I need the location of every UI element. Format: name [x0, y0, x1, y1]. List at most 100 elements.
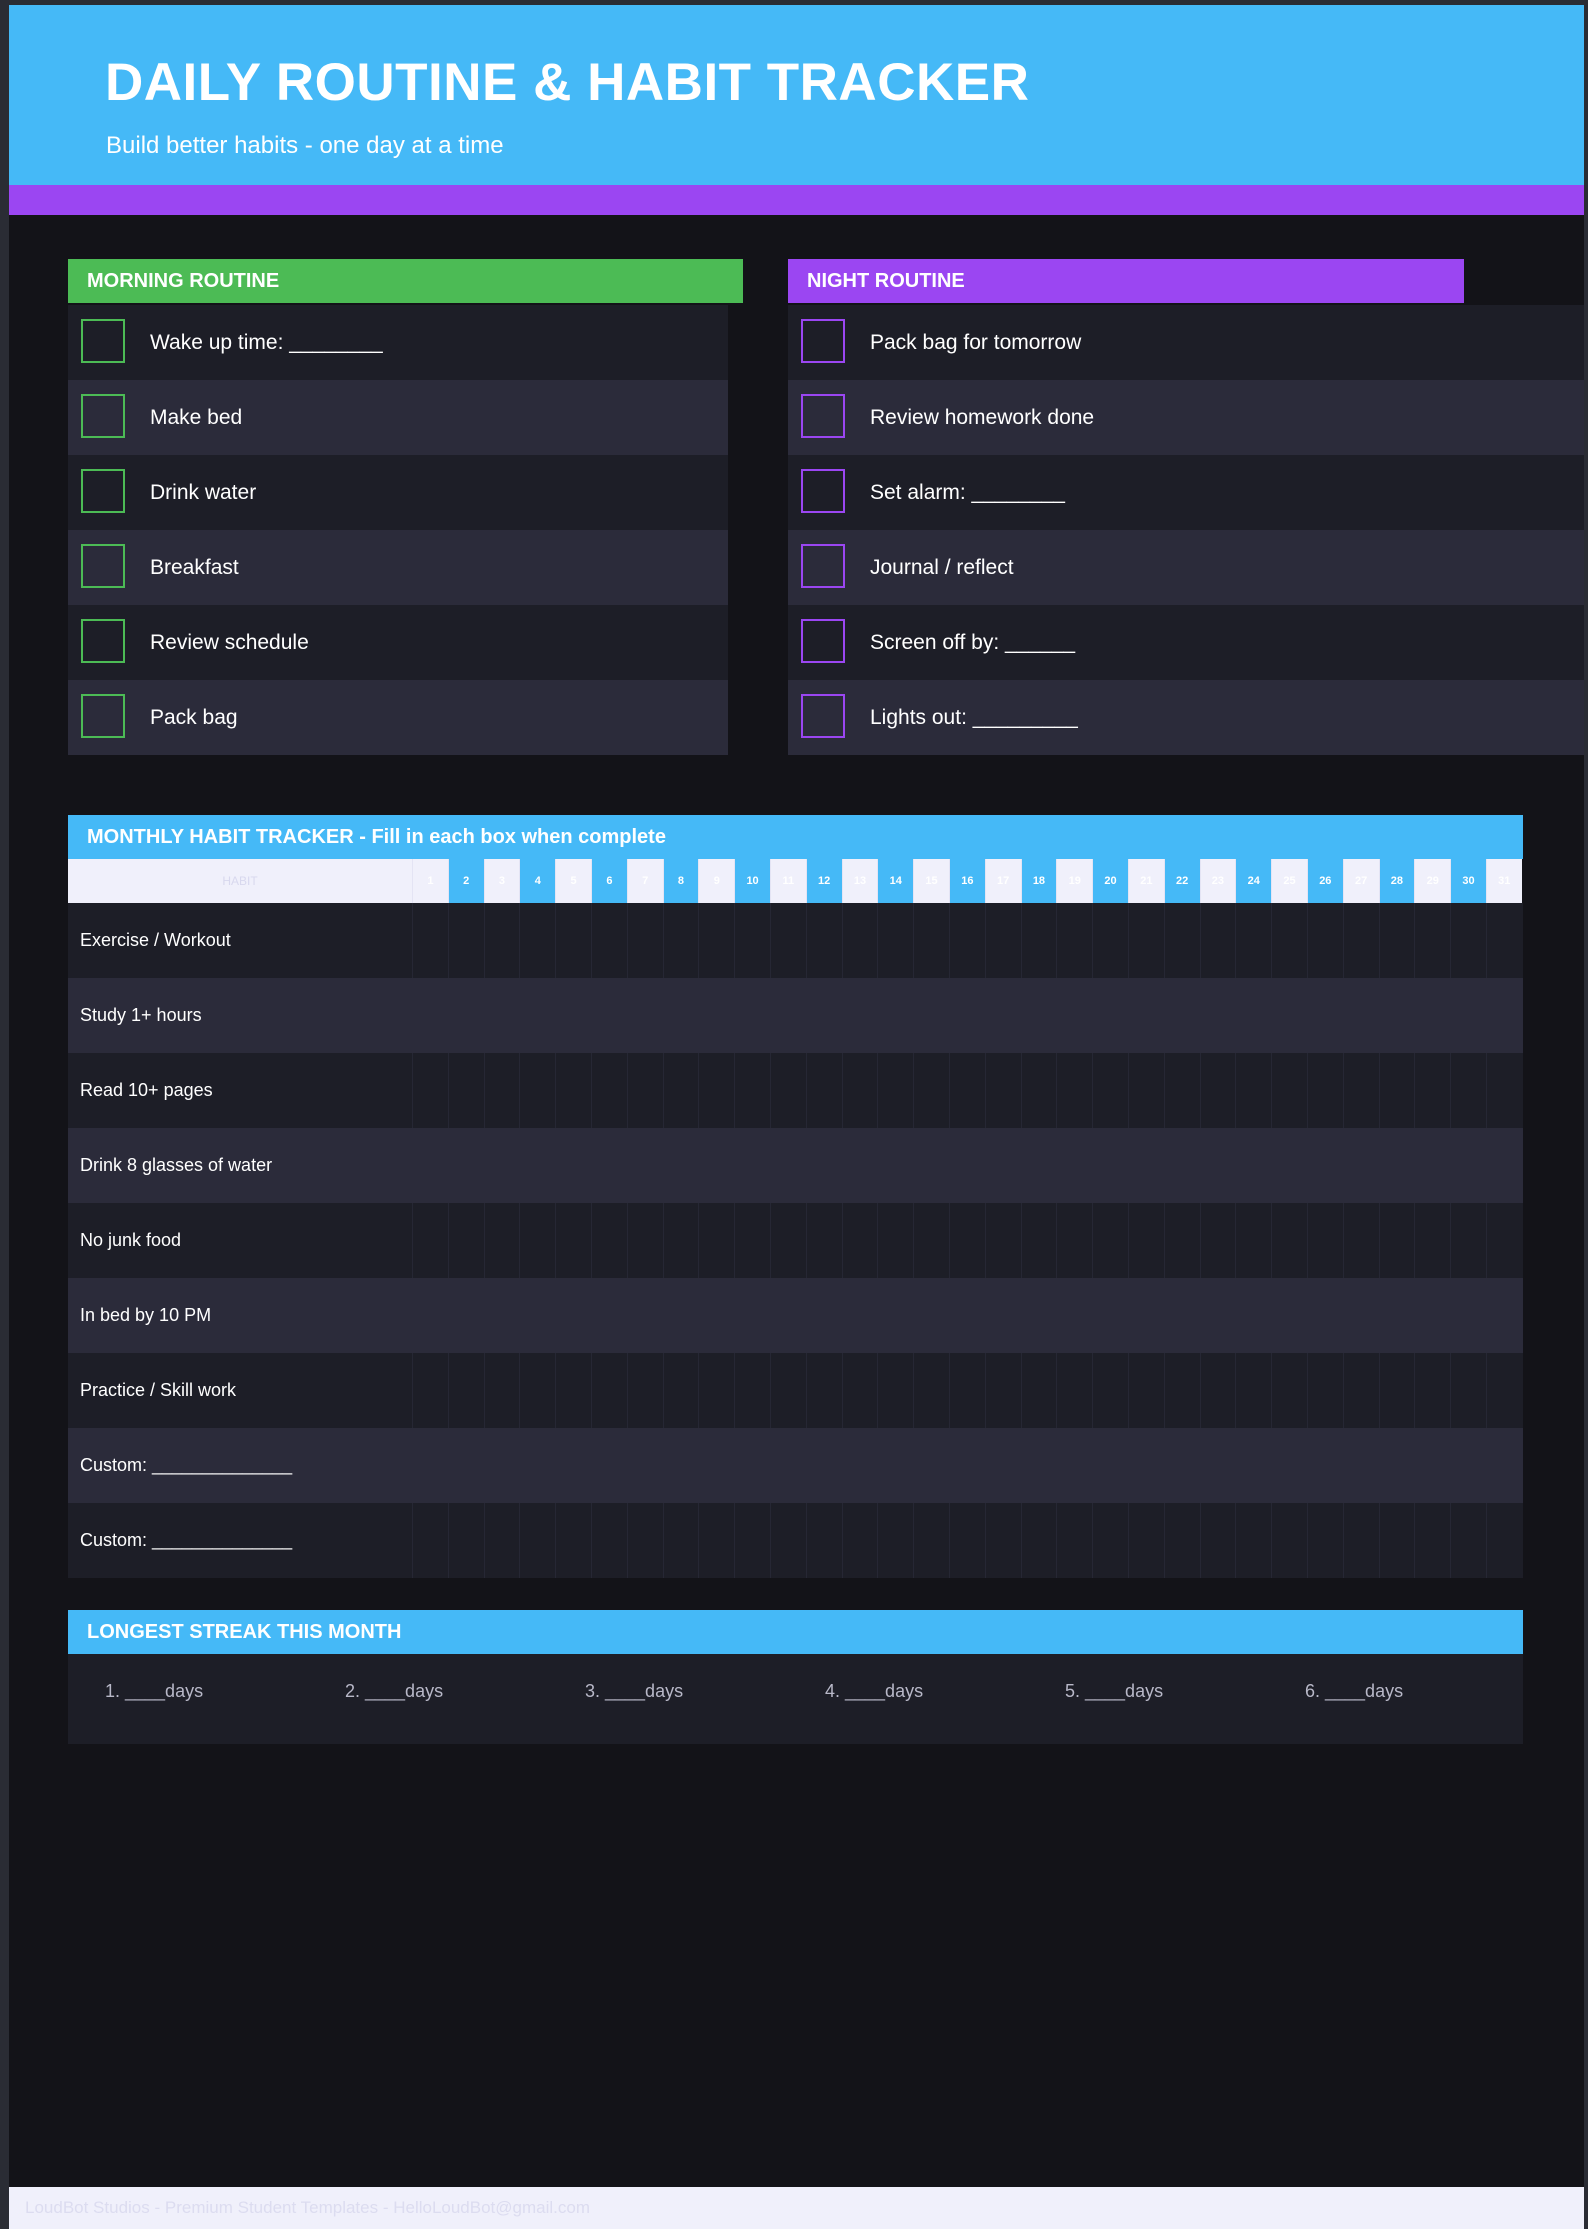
habit-day-cell[interactable]	[412, 1353, 448, 1428]
habit-day-cell[interactable]	[447, 1203, 484, 1278]
habit-day-cell[interactable]	[1127, 1128, 1164, 1203]
habit-day-cell[interactable]	[1235, 1128, 1271, 1203]
habit-day-cell[interactable]	[877, 1053, 913, 1128]
habit-day-cell[interactable]	[1020, 1053, 1057, 1128]
habit-day-cell[interactable]	[769, 1053, 806, 1128]
habit-day-cell[interactable]	[1199, 1203, 1236, 1278]
habit-day-cell[interactable]	[412, 1053, 448, 1128]
habit-day-cell[interactable]	[1235, 1278, 1271, 1353]
habit-day-cell[interactable]	[984, 1503, 1021, 1578]
habit-day-cell[interactable]	[590, 1503, 627, 1578]
habit-day-cell[interactable]	[662, 1278, 699, 1353]
morning-routine-checkbox[interactable]	[81, 319, 125, 363]
night-routine-checkbox[interactable]	[801, 619, 845, 663]
habit-day-cell[interactable]	[913, 978, 949, 1053]
habit-day-cell[interactable]	[1163, 1428, 1200, 1503]
habit-day-cell[interactable]	[877, 1503, 913, 1578]
habit-day-cell[interactable]	[1020, 1353, 1057, 1428]
habit-day-cell[interactable]	[1056, 1503, 1092, 1578]
habit-day-cell[interactable]	[877, 978, 913, 1053]
habit-day-cell[interactable]	[948, 978, 985, 1053]
habit-day-cell[interactable]	[769, 903, 806, 978]
habit-day-cell[interactable]	[1235, 1428, 1271, 1503]
morning-routine-checkbox[interactable]	[81, 544, 125, 588]
morning-routine-checkbox[interactable]	[81, 619, 125, 663]
habit-day-cell[interactable]	[1199, 1128, 1236, 1203]
habit-day-cell[interactable]	[1235, 1203, 1271, 1278]
habit-day-cell[interactable]	[1163, 1503, 1200, 1578]
habit-day-cell[interactable]	[948, 1353, 985, 1428]
habit-day-cell[interactable]	[1342, 1353, 1379, 1428]
habit-day-cell[interactable]	[1450, 1428, 1486, 1503]
habit-day-cell[interactable]	[1092, 1428, 1128, 1503]
habit-day-cell[interactable]	[734, 1278, 770, 1353]
habit-day-cell[interactable]	[555, 1053, 591, 1128]
habit-day-cell[interactable]	[984, 1128, 1021, 1203]
habit-day-cell[interactable]	[1450, 903, 1486, 978]
habit-day-cell[interactable]	[948, 1278, 985, 1353]
habit-day-cell[interactable]	[841, 1503, 878, 1578]
habit-day-cell[interactable]	[1342, 1053, 1379, 1128]
habit-day-cell[interactable]	[1199, 1428, 1236, 1503]
habit-day-cell[interactable]	[662, 903, 699, 978]
habit-day-cell[interactable]	[1235, 1503, 1271, 1578]
habit-day-cell[interactable]	[805, 1203, 842, 1278]
habit-day-cell[interactable]	[913, 1278, 949, 1353]
habit-day-cell[interactable]	[1163, 903, 1200, 978]
habit-day-cell[interactable]	[841, 1053, 878, 1128]
habit-day-cell[interactable]	[590, 1128, 627, 1203]
habit-day-cell[interactable]	[841, 1128, 878, 1203]
habit-day-cell[interactable]	[662, 1503, 699, 1578]
night-routine-checkbox[interactable]	[801, 469, 845, 513]
habit-day-cell[interactable]	[805, 1503, 842, 1578]
habit-day-cell[interactable]	[483, 1128, 520, 1203]
habit-day-cell[interactable]	[519, 978, 555, 1053]
habit-day-cell[interactable]	[1414, 1128, 1450, 1203]
habit-day-cell[interactable]	[519, 1128, 555, 1203]
habit-day-cell[interactable]	[555, 978, 591, 1053]
habit-day-cell[interactable]	[913, 1053, 949, 1128]
habit-day-cell[interactable]	[1163, 1353, 1200, 1428]
habit-day-cell[interactable]	[805, 1128, 842, 1203]
habit-day-cell[interactable]	[1378, 1203, 1415, 1278]
habit-day-cell[interactable]	[698, 1353, 734, 1428]
habit-day-cell[interactable]	[1127, 903, 1164, 978]
habit-day-cell[interactable]	[877, 1278, 913, 1353]
night-routine-checkbox[interactable]	[801, 319, 845, 363]
habit-day-cell[interactable]	[734, 1503, 770, 1578]
habit-day-cell[interactable]	[1056, 1053, 1092, 1128]
habit-day-cell[interactable]	[1056, 978, 1092, 1053]
habit-day-cell[interactable]	[1485, 1128, 1522, 1203]
habit-day-cell[interactable]	[841, 1353, 878, 1428]
habit-day-cell[interactable]	[483, 1428, 520, 1503]
habit-day-cell[interactable]	[1163, 1203, 1200, 1278]
habit-day-cell[interactable]	[1020, 1428, 1057, 1503]
morning-routine-checkbox[interactable]	[81, 694, 125, 738]
habit-day-cell[interactable]	[626, 1353, 663, 1428]
habit-day-cell[interactable]	[412, 1128, 448, 1203]
habit-day-cell[interactable]	[626, 1128, 663, 1203]
habit-day-cell[interactable]	[734, 903, 770, 978]
habit-day-cell[interactable]	[841, 978, 878, 1053]
habit-day-cell[interactable]	[1020, 903, 1057, 978]
habit-day-cell[interactable]	[913, 1203, 949, 1278]
habit-day-cell[interactable]	[1127, 978, 1164, 1053]
habit-day-cell[interactable]	[1271, 978, 1307, 1053]
habit-day-cell[interactable]	[1485, 1503, 1522, 1578]
habit-day-cell[interactable]	[447, 1353, 484, 1428]
habit-day-cell[interactable]	[1378, 1053, 1415, 1128]
habit-day-cell[interactable]	[1271, 903, 1307, 978]
habit-day-cell[interactable]	[1199, 978, 1236, 1053]
habit-day-cell[interactable]	[483, 903, 520, 978]
habit-day-cell[interactable]	[590, 1053, 627, 1128]
habit-day-cell[interactable]	[948, 1428, 985, 1503]
habit-day-cell[interactable]	[483, 978, 520, 1053]
habit-day-cell[interactable]	[1020, 1278, 1057, 1353]
habit-day-cell[interactable]	[555, 1503, 591, 1578]
habit-day-cell[interactable]	[734, 978, 770, 1053]
habit-day-cell[interactable]	[1485, 1428, 1522, 1503]
habit-day-cell[interactable]	[1235, 1053, 1271, 1128]
habit-day-cell[interactable]	[1092, 1203, 1128, 1278]
habit-day-cell[interactable]	[1414, 1353, 1450, 1428]
habit-day-cell[interactable]	[1414, 1203, 1450, 1278]
